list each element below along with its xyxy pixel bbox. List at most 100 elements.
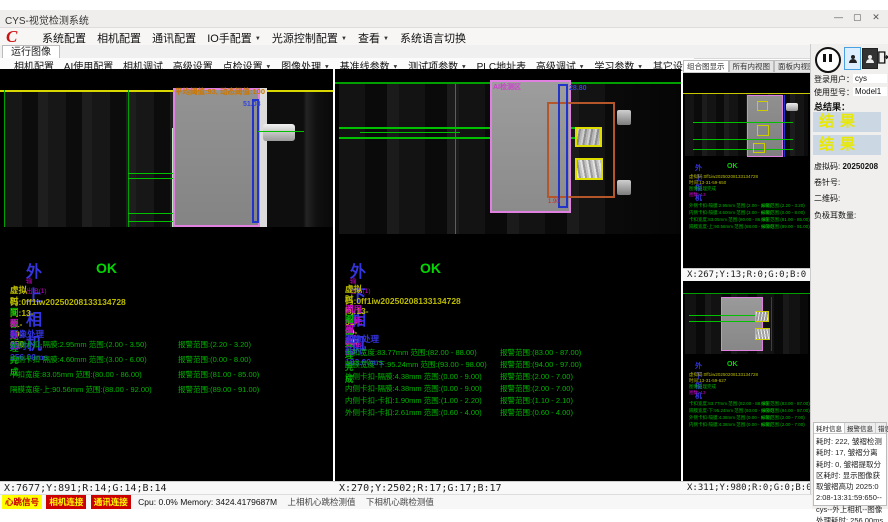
lower-camera-heartbeat: 下相机心跳检测值	[366, 497, 434, 507]
alarm-range: 报警范围:(94.00 - 97.00)	[761, 408, 810, 414]
alarm-range: 报警范围:(89.00 - 91.00)	[761, 224, 810, 230]
measurement: 内侧卡扣-隔膜:4.38mm 范围:(0.00 - 9.00)	[345, 383, 482, 394]
app-window: CYS-视觉检测系统 — ▢ ✕ C 系统配置 相机配置 通讯配置 IO手配置 …	[0, 0, 888, 522]
yellow-marker-2	[757, 125, 769, 136]
qr-code-label: 二维码:	[814, 193, 840, 204]
login-user-value[interactable]: cys	[853, 74, 887, 83]
alarm-range: 报警范围:(2.20 - 3.20)	[178, 339, 251, 350]
thumb-tab-all-views[interactable]: 所有内视图	[729, 60, 775, 72]
thumbnail-bottom-view[interactable]: 外下相机 OK 虚拟码:0ff1iw20250208133134728 时间:1…	[683, 281, 810, 481]
result-count: 圈数: 13	[689, 390, 706, 396]
model-label: 使用型号：	[814, 87, 854, 98]
measurement: 卡扣宽度:83.77mm 范围:(82.00 - 88.00)	[689, 401, 768, 407]
menu-items: 系统配置 相机配置 通讯配置 IO手配置 ▼ 光源控制配置 ▼ 查看 ▼ 系统语…	[42, 30, 474, 46]
log-tab-alarm[interactable]: 报警信息	[845, 423, 876, 433]
left-coord-bar: X:7677;Y:891;R:14;G:14;B:14	[0, 481, 337, 495]
machine-background-right	[615, 84, 681, 234]
app-logo-icon: C	[6, 27, 17, 47]
alarm-range: 报警范围:(0.60 - 4.00)	[500, 407, 573, 418]
pause-button[interactable]	[815, 47, 841, 73]
left-camera-image: 51.08 平均阈值:93, 动态阈值:100	[0, 69, 333, 250]
thumb-tab-combined[interactable]: 组合图显示	[683, 60, 729, 72]
green-guide-left	[4, 90, 5, 227]
chevron-down-icon: ▼	[341, 36, 347, 42]
heartbeat-badge: 心跳信号	[2, 495, 42, 509]
camera-connect-badge: 相机连接	[46, 495, 86, 509]
thumb-top-coord-bar: X:267;Y:13;R:0;G:0;B:0	[683, 268, 814, 281]
user-dark-icon	[865, 54, 875, 64]
exit-door-icon	[878, 50, 888, 65]
thumbnail-top-view[interactable]: 外上相机 OK 虚拟码:0ff1iw20250208133134728 时间:1…	[683, 73, 810, 268]
user-login-button[interactable]	[844, 47, 861, 70]
inspected-part	[721, 297, 763, 351]
maximize-icon[interactable]: ▢	[849, 12, 865, 23]
barcode-label: 虚拟码: 20250208	[814, 161, 878, 172]
connector-clip	[263, 124, 295, 141]
middle-camera-image: AI检测区 28.80 1.90	[335, 69, 681, 250]
threshold-label: 平均阈值:93, 动态阈值:100	[175, 86, 265, 97]
menu-item-light-config[interactable]: 光源控制配置 ▼	[272, 30, 347, 46]
result-status: OK	[420, 260, 441, 276]
white-strip	[260, 88, 267, 227]
alarm-range: 报警范围:(0.00 - 8.00)	[761, 210, 805, 216]
measurement: 内侧卡扣-隔膜:4.38mm 范围:(0.00 - 9.00)	[689, 422, 771, 428]
alarm-range: 报警范围:(1.10 - 2.10)	[500, 395, 573, 406]
window-title: CYS-视觉检测系统	[5, 12, 89, 27]
blue-measure-value: 28.80	[569, 85, 587, 92]
inspected-part	[173, 88, 260, 227]
green-line-3	[360, 132, 460, 133]
menu-item-language[interactable]: 系统语言切换	[400, 30, 466, 46]
measurement: 内侧卡扣-隔膜:4.60mm 范围:(3.00 - 6.00)	[689, 210, 771, 216]
alarm-range: 报警范围:(81.00 - 85.00)	[178, 369, 259, 380]
blue-measure-value: 51.08	[243, 101, 261, 108]
measurement: 外侧卡扣-卡扣:2.61mm 范围:(0.60 - 4.00)	[345, 407, 482, 418]
middle-camera-view[interactable]: AI检测区 28.80 1.90 外下相机 OK 输出:B(1) 虚拟码:0ff…	[335, 69, 681, 481]
menu-item-system-config[interactable]: 系统配置	[42, 30, 86, 46]
result-status: OK	[96, 260, 117, 276]
chevron-down-icon: ▼	[255, 36, 261, 42]
user-logout-button[interactable]	[862, 48, 878, 69]
log-tab-timing[interactable]: 耗时信息	[814, 423, 845, 433]
green-line-1	[689, 315, 763, 316]
measurement: 外侧卡扣-隔膜:2.95mm 范围:(2.00 - 3.50)	[10, 339, 147, 350]
menu-item-comm-config[interactable]: 通讯配置	[152, 30, 196, 46]
result-status: OK	[727, 163, 738, 170]
cpu-memory-text: Cpu: 0.0% Memory: 3424.4179687M	[138, 497, 277, 507]
measurement: 隔膜宽度-下:95.24mm 范围:(93.00 - 98.00)	[345, 359, 487, 370]
model-value[interactable]: Model1	[853, 87, 887, 96]
tab-count-label: 负极耳数量:	[814, 210, 856, 221]
clip-bottom	[617, 180, 631, 195]
control-panel: 登录用户： cys 使用型号： Model1 总结果： 结果 结果 虚拟码: 2…	[810, 44, 888, 509]
window-controls: — ▢ ✕	[830, 12, 884, 23]
log-tabs: 耗时信息报警信息错误信息	[814, 423, 886, 434]
green-line-3	[693, 149, 793, 150]
tab-run-image[interactable]: 运行图像	[2, 45, 60, 58]
left-camera-view[interactable]: 51.08 平均阈值:93, 动态阈值:100 外上相机 OK 输出:B(1) …	[0, 69, 333, 481]
menu-item-camera-config[interactable]: 相机配置	[97, 30, 141, 46]
measurement: 外侧卡扣-隔膜:2.95mm 范围:(2.00 - 3.50)	[689, 203, 771, 209]
user-icon	[848, 54, 858, 64]
upper-camera-heartbeat: 上相机心跳检测值	[287, 497, 355, 507]
login-user-label: 登录用户：	[814, 74, 854, 85]
clip-top	[617, 110, 631, 125]
minimize-icon[interactable]: —	[830, 12, 846, 22]
alarm-range: 报警范围:(2.00 - 7.00)	[761, 415, 805, 421]
exit-button[interactable]	[878, 47, 888, 68]
thumb-bottom-coord-bar: X:311;Y:980;R:0;G:0;B:0	[683, 481, 814, 495]
yellow-marker-3	[753, 143, 765, 153]
menu-item-view[interactable]: 查看 ▼	[358, 30, 389, 46]
result-box-lower: 结果	[813, 135, 881, 155]
green-guide-vertical	[455, 82, 456, 234]
result-box-upper: 结果	[813, 112, 881, 132]
green-line-clip	[258, 131, 304, 132]
menu-item-io-config[interactable]: IO手配置 ▼	[207, 30, 261, 46]
connector-clip	[786, 103, 798, 111]
yellow-tab-box-1	[575, 127, 602, 147]
log-tab-error[interactable]: 错误信息	[876, 423, 888, 433]
comm-connect-badge: 通讯连接	[91, 495, 131, 509]
green-line-1	[693, 122, 793, 123]
close-icon[interactable]: ✕	[868, 12, 884, 23]
alarm-range: 报警范围:(2.00 - 7.00)	[500, 383, 573, 394]
alarm-range: 报警范围:(2.00 - 7.00)	[500, 371, 573, 382]
measurement: 卡扣宽度:83.05mm 范围:(80.00 - 86.00)	[10, 369, 142, 380]
